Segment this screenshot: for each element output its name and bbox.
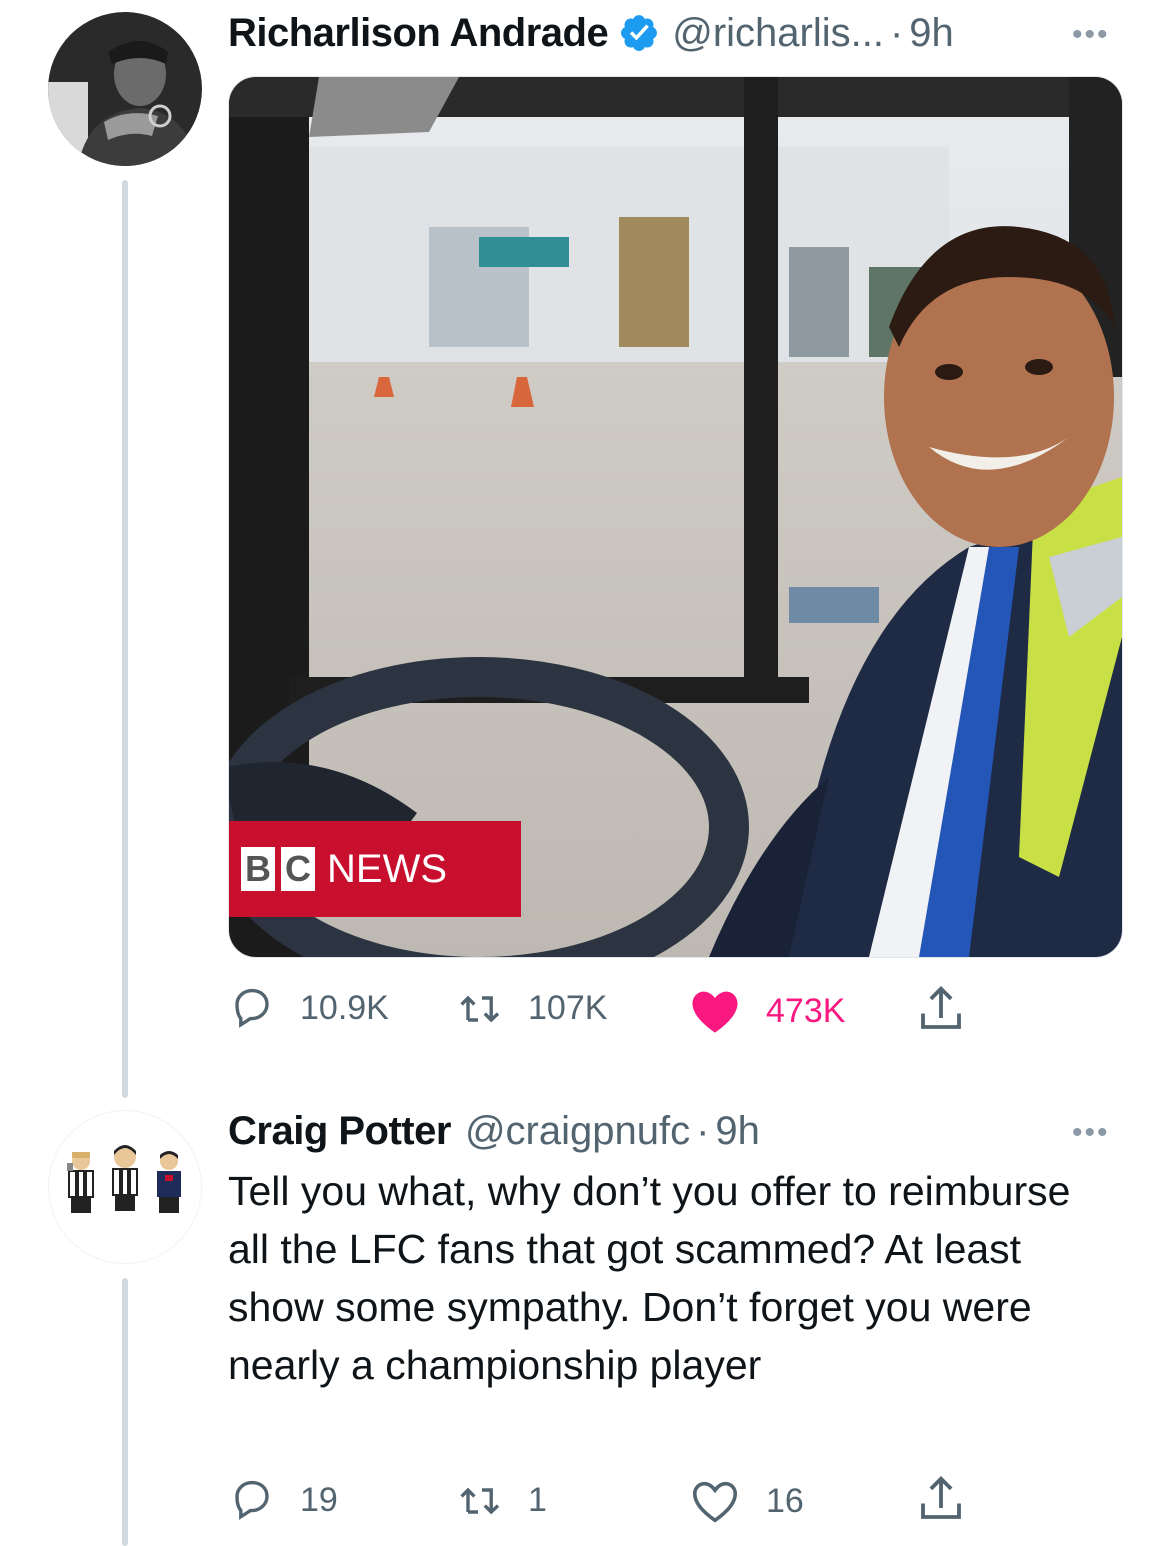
reply-icon — [235, 1480, 269, 1520]
retweet-count: 1 — [528, 1480, 547, 1519]
separator-dot: · — [696, 1108, 710, 1153]
author-avatar[interactable] — [48, 12, 202, 166]
thread-line — [122, 1278, 128, 1546]
author-handle[interactable]: @richarlis... — [672, 11, 884, 56]
author-avatar[interactable] — [48, 1110, 202, 1264]
badge-block: C — [281, 847, 315, 891]
reply-count: 10.9K — [300, 988, 389, 1027]
badge-block: B — [241, 847, 275, 891]
like-button[interactable]: 16 — [688, 1474, 804, 1528]
reply-button[interactable]: 10.9K — [228, 984, 389, 1032]
retweet-button[interactable]: 1 — [456, 1476, 547, 1524]
tweet-time[interactable]: 9h — [715, 1109, 760, 1154]
share-button[interactable] — [914, 1472, 968, 1526]
retweet-button[interactable]: 107K — [456, 984, 607, 1032]
retweet-icon — [460, 1487, 500, 1515]
author-handle[interactable]: @craigpnufc — [465, 1109, 690, 1154]
like-button[interactable]: 473K — [688, 984, 845, 1038]
author-name[interactable]: Craig Potter — [228, 1109, 451, 1154]
avatar-photo — [49, 1111, 201, 1263]
tweet-header: Richarlison Andrade @richarlis... · 9h — [228, 8, 954, 58]
badge-text: NEWS — [327, 846, 447, 891]
tweet-media[interactable]: B C NEWS — [228, 76, 1123, 958]
share-icon — [921, 1476, 961, 1519]
tweet-text: Tell you what, why don’t you offer to re… — [228, 1168, 1071, 1388]
heart-filled-icon — [692, 991, 738, 1033]
avatar-photo — [48, 12, 202, 166]
share-button[interactable] — [914, 982, 968, 1036]
verified-badge-icon — [618, 12, 660, 54]
reply-icon — [235, 988, 269, 1028]
retweet-icon — [460, 995, 500, 1023]
share-icon — [921, 986, 961, 1029]
tweet-header: Craig Potter @craigpnufc · 9h — [228, 1106, 760, 1156]
more-options-icon[interactable]: ••• — [1072, 1116, 1110, 1150]
heart-outline-icon — [692, 1481, 738, 1523]
retweet-count: 107K — [528, 988, 608, 1027]
reply-button[interactable]: 19 — [228, 1476, 338, 1524]
separator-dot: · — [889, 10, 904, 55]
like-count: 16 — [766, 1481, 804, 1520]
thread-line — [122, 180, 128, 1098]
tweet-time[interactable]: 9h — [909, 11, 954, 56]
more-options-icon[interactable]: ••• — [1072, 18, 1110, 52]
news-badge: B C NEWS — [229, 821, 521, 917]
author-name[interactable]: Richarlison Andrade — [228, 11, 609, 56]
reply-count: 19 — [300, 1480, 338, 1519]
like-count: 473K — [766, 991, 846, 1030]
